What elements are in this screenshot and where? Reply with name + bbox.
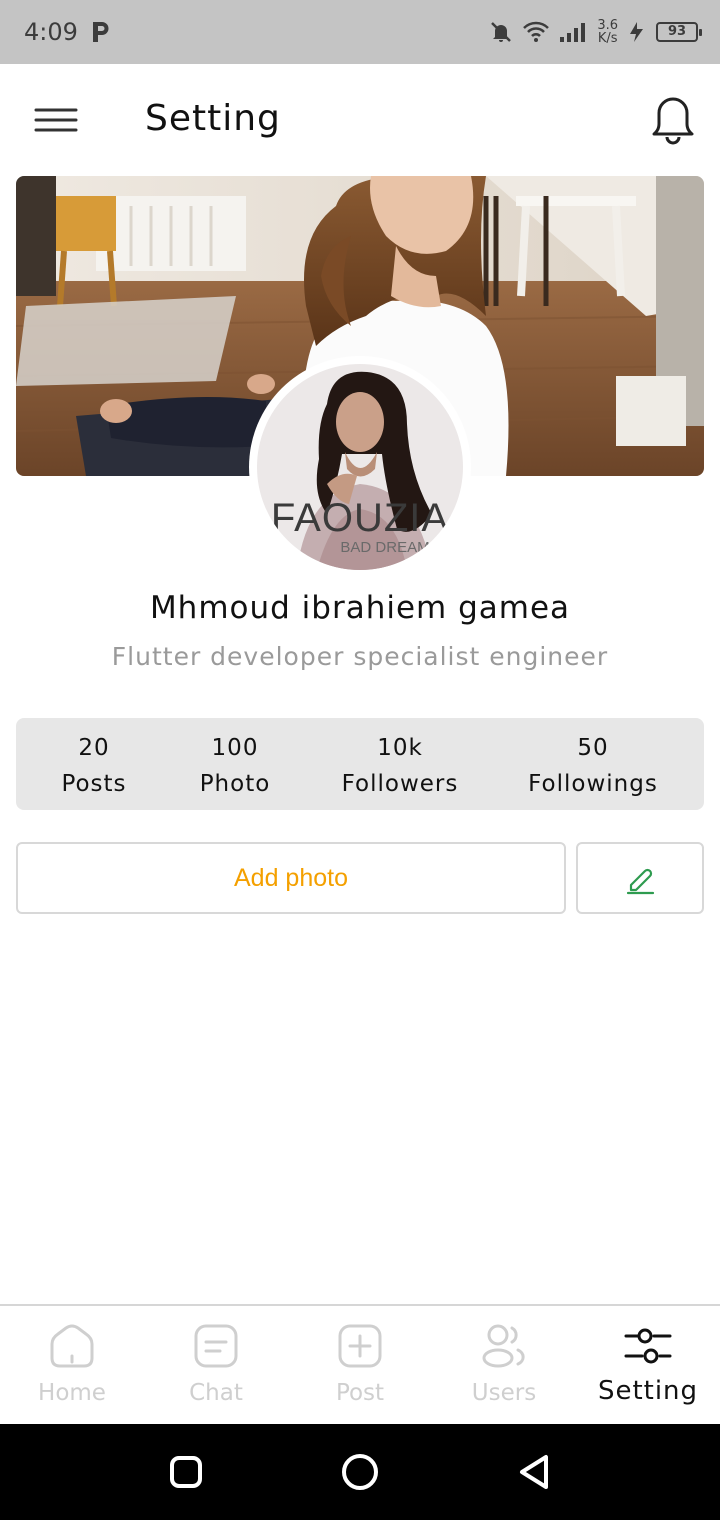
stat-photo[interactable]: 100 Photo [185,730,285,802]
nav-label: Users [471,1380,537,1406]
home-circle-icon[interactable] [336,1448,384,1496]
page-title: Setting [145,98,281,139]
nav-setting[interactable]: Setting [576,1306,720,1424]
nav-users[interactable]: Users [432,1306,576,1424]
pencil-icon [626,868,655,895]
nav-post[interactable]: Post [288,1306,432,1424]
app-bar: Setting [0,64,720,176]
chat-icon [194,1324,238,1368]
stat-label: Photo [199,771,271,797]
status-indicators: 3.6 K/s 93 [489,16,702,48]
stat-label: Followings [528,771,658,797]
avatar-text: FAOUZIA [271,496,449,540]
add-photo-button[interactable]: Add photo [16,842,566,914]
status-bar: 4:09 3.6 K/s 93 [0,0,720,64]
system-nav-bar [0,1424,720,1520]
charging-bolt-icon [630,22,643,42]
profile-name: Mhmoud ibrahiem gamea [149,590,571,626]
stat-followings[interactable]: 50 Followings [513,730,673,802]
menu-icon[interactable] [30,100,82,140]
mute-bell-icon [491,22,512,42]
nav-chat[interactable]: Chat [144,1306,288,1424]
nav-label: Post [335,1380,385,1406]
battery-indicator: 93 [656,22,702,42]
signal-icon [560,23,586,42]
profile-bio: Flutter developer specialist engineer [111,642,609,671]
network-speed: 3.6 K/s [597,19,618,45]
users-icon [482,1324,525,1368]
nav-label: Chat [189,1380,243,1406]
status-time: 4:09 [24,18,78,46]
bottom-nav: Home Chat Post Users Setting [0,1304,720,1424]
home-icon [50,1324,94,1368]
nav-label: Setting [597,1376,699,1406]
avatar-subtext: BAD DREAM [340,539,429,556]
stat-value: 100 [211,735,259,761]
back-triangle-icon[interactable] [510,1448,558,1496]
wifi-icon [523,21,550,42]
add-post-icon [338,1324,382,1368]
stat-value: 50 [577,735,609,761]
parking-app-icon [93,22,109,42]
stat-posts[interactable]: 20 Posts [44,730,144,802]
nav-label: Home [38,1380,106,1406]
recent-apps-icon[interactable] [162,1448,210,1496]
edit-profile-button[interactable] [576,842,704,914]
stat-label: Followers [341,771,459,797]
settings-sliders-icon [624,1328,672,1364]
nav-home[interactable]: Home [0,1306,144,1424]
stat-followers[interactable]: 10k Followers [330,730,470,802]
stat-value: 10k [377,735,423,761]
stat-label: Posts [61,771,127,797]
stat-value: 20 [78,735,110,761]
profile-avatar[interactable]: FAOUZIA BAD DREAM [249,356,471,578]
stats-bar: 20 Posts 100 Photo 10k Followers 50 Foll… [16,718,704,810]
notification-bell-icon[interactable] [646,94,700,146]
network-speed-unit: K/s [597,31,618,46]
